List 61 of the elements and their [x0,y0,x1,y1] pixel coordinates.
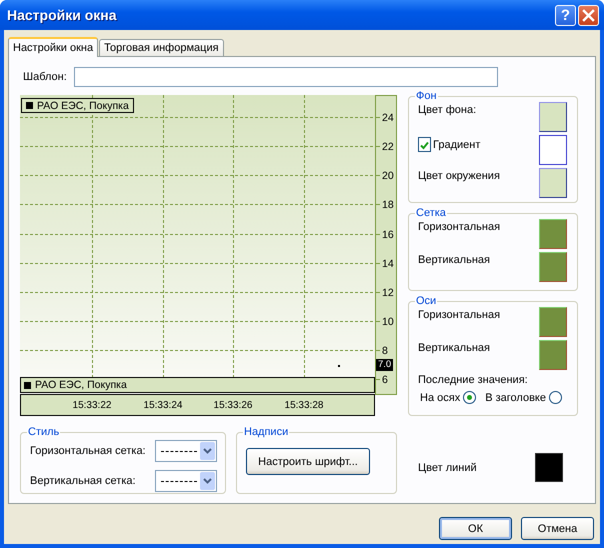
option-label: Последние значения: [418,374,529,386]
option-label: Цвет окружения [418,169,500,182]
option-label: Вертикальная сетка: [30,475,136,487]
color-swatch[interactable] [535,453,563,482]
close-button[interactable] [578,4,599,26]
line-style-dropdown[interactable] [155,470,217,492]
dialog-button[interactable]: Отмена [521,517,594,540]
tab[interactable]: Настройки окна [8,37,98,57]
check-icon [420,141,429,150]
axis-label: 8 [382,345,388,357]
axis-label: 15:33:28 [284,400,324,411]
axis-label: 14 [382,258,394,270]
color-swatch[interactable] [539,135,567,165]
legend-marker-icon [26,102,33,109]
dialog-button[interactable]: ОК [439,517,512,540]
font-button[interactable]: Настроить шрифт... [246,448,370,475]
axis-label: 6 [382,374,388,386]
close-icon [582,8,595,22]
axis-label: 16 [382,229,394,241]
legend-label: РАО ЕЭС, Покупка [37,100,129,112]
line-style-dropdown[interactable] [155,440,217,462]
axis-label: 24 [382,112,394,124]
axis-label: 15:33:26 [214,400,252,411]
chevron-down-icon [203,478,212,484]
option-label: Цвет линий [418,462,477,474]
color-swatch[interactable] [539,219,567,249]
chevron-down-icon [203,448,212,454]
group-title: Надписи [243,426,290,438]
group-title: Сетка [415,207,447,219]
option-label: Горизонтальная [418,220,500,233]
option-label: Вертикальная [418,253,490,266]
color-swatch[interactable] [539,307,567,337]
window-title: Настройки окна [7,7,117,23]
radio-option[interactable]: На осях [420,391,476,404]
last-value-label: 7.0 [376,359,394,371]
color-swatch[interactable] [539,340,567,370]
legend-marker-icon [24,382,31,388]
axis-label: 18 [382,199,394,211]
gradient-checkbox[interactable]: Градиент [418,135,480,152]
option-label: Горизонтальная [418,308,500,321]
group-title: Стиль [27,426,60,438]
option-label: Цвет фона: [418,103,476,116]
help-button[interactable]: ? [555,4,576,26]
template-label: Шаблон: [23,71,67,83]
radio-option[interactable]: В заголовке [485,391,562,404]
group-title: Оси [415,295,438,307]
option-label: Горизонтальная сетка: [30,445,146,457]
axis-label: 15:33:22 [72,400,112,411]
axis-label: 15:33:24 [144,400,182,411]
color-swatch[interactable] [539,102,567,132]
color-swatch[interactable] [539,168,567,198]
axis-label: 10 [382,316,394,328]
axis-label: 22 [382,141,394,153]
color-swatch[interactable] [539,252,567,282]
legend-label: РАО ЕЭС, Покупка [35,379,127,391]
option-label: Вертикальная [418,341,490,354]
axis-label: 20 [382,170,394,182]
tab[interactable]: Торговая информация [99,39,224,56]
template-field[interactable] [74,67,498,87]
axis-label: 12 [382,287,394,299]
group-title: Фон [415,90,438,102]
